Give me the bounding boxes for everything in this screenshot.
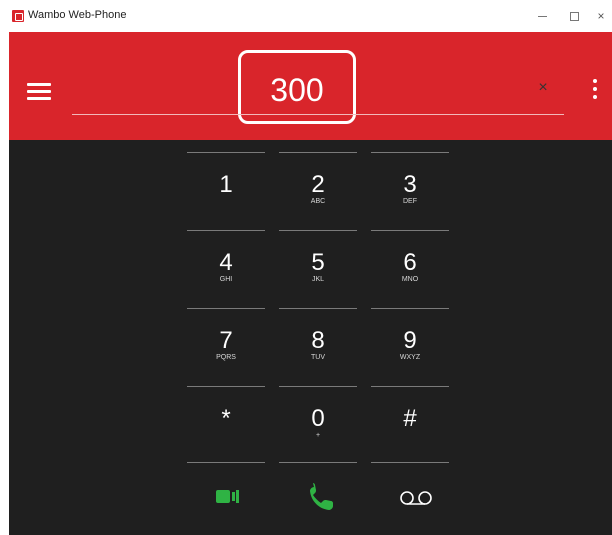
key-letters: WXYZ — [399, 354, 421, 361]
divider — [279, 462, 357, 463]
more-options-icon[interactable] — [592, 79, 598, 101]
close-icon: × — [597, 9, 605, 23]
key-hash[interactable]: # — [371, 374, 449, 452]
close-window-button[interactable]: × — [590, 0, 612, 32]
key-digit: 0 — [311, 405, 325, 432]
video-camera-icon — [216, 490, 239, 503]
key-5[interactable]: 5 JKL — [279, 218, 357, 296]
key-letters: DEF — [403, 198, 417, 205]
key-star[interactable]: * — [187, 374, 265, 452]
key-8[interactable]: 8 TUV — [279, 296, 357, 374]
key-letters: TUV — [311, 354, 325, 361]
app-logo-icon — [12, 10, 24, 22]
key-digit: 6 — [403, 249, 417, 276]
dialed-number-input[interactable]: 300 — [238, 72, 356, 108]
maximize-icon — [569, 11, 579, 21]
divider — [187, 462, 265, 463]
key-letters: MNO — [401, 276, 419, 283]
key-digit: 2 — [311, 171, 325, 198]
key-letters: GHI — [219, 276, 233, 283]
key-4[interactable]: 4 GHI — [187, 218, 265, 296]
key-letters: PQRS — [216, 354, 236, 361]
hamburger-menu-icon[interactable] — [27, 83, 51, 101]
key-6[interactable]: 6 MNO — [371, 218, 449, 296]
keypad-area: 1 2 ABC 3 DEF 4 GHI 5 JKL 6 MNO 7 PQRS 8… — [9, 140, 612, 535]
key-9[interactable]: 9 WXYZ — [371, 296, 449, 374]
key-letters: JKL — [311, 276, 325, 283]
maximize-button[interactable] — [558, 0, 590, 32]
dialer-header: 300 × — [9, 32, 612, 140]
minimize-button[interactable] — [526, 0, 558, 32]
window-title: Wambo Web-Phone — [28, 9, 127, 21]
key-digit: 5 — [311, 249, 325, 276]
key-0[interactable]: 0 + — [279, 374, 357, 452]
key-digit: 1 — [219, 171, 233, 198]
key-letters: + — [315, 432, 321, 439]
key-7[interactable]: 7 PQRS — [187, 296, 265, 374]
voicemail-icon — [400, 491, 432, 505]
input-underline — [72, 114, 564, 115]
key-3[interactable]: 3 DEF — [371, 140, 449, 218]
key-1[interactable]: 1 — [187, 140, 265, 218]
video-call-button[interactable] — [204, 480, 264, 512]
key-digit: 7 — [219, 327, 233, 354]
key-digit: 9 — [403, 327, 417, 354]
key-letters: ABC — [310, 198, 326, 205]
key-digit: 8 — [311, 327, 325, 354]
call-button[interactable] — [296, 480, 356, 512]
phone-icon — [310, 483, 333, 510]
voicemail-button[interactable] — [388, 480, 448, 512]
clear-number-button[interactable]: × — [533, 78, 553, 98]
key-digit: 4 — [219, 249, 233, 276]
key-digit: * — [221, 405, 231, 432]
divider — [371, 462, 449, 463]
title-bar: Wambo Web-Phone × — [0, 0, 612, 32]
key-digit: 3 — [403, 171, 417, 198]
minimize-icon — [537, 15, 547, 17]
key-2[interactable]: 2 ABC — [279, 140, 357, 218]
key-digit: # — [403, 405, 417, 432]
